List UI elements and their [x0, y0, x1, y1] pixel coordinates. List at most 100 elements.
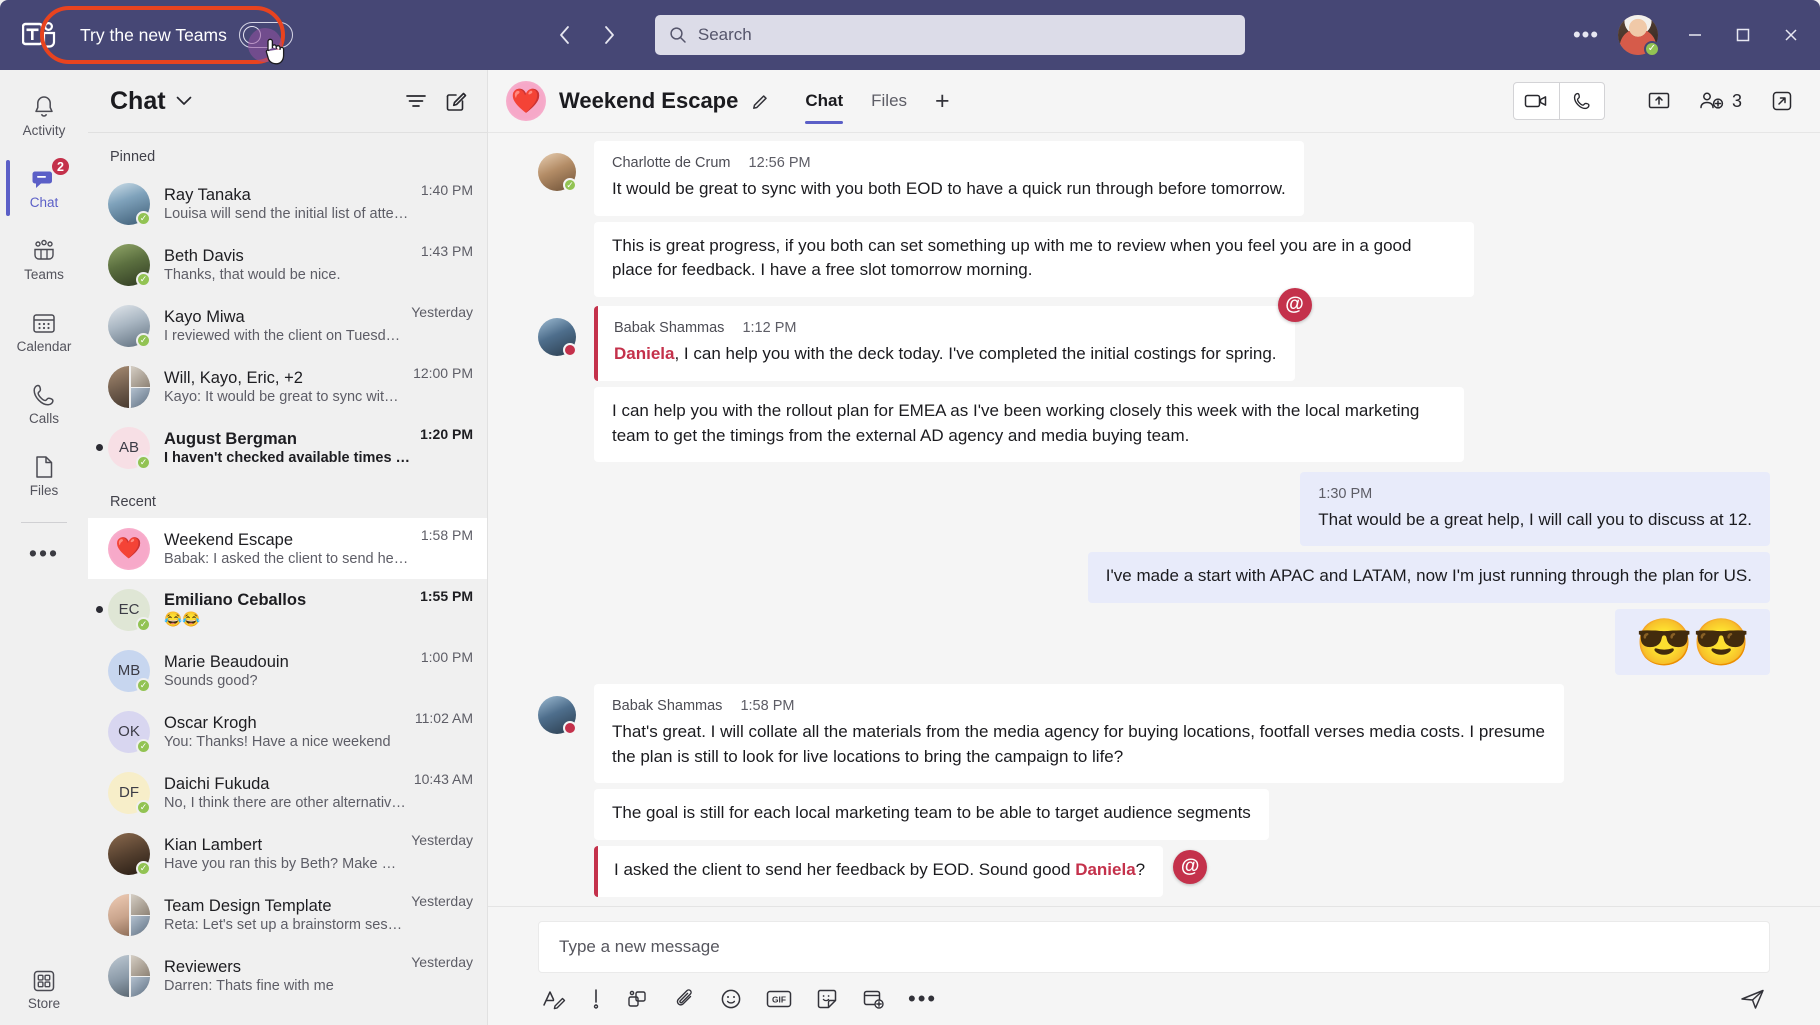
add-people-button[interactable]: 3	[1691, 81, 1750, 121]
tab-chat[interactable]: Chat	[791, 70, 857, 132]
sidebar-item-chat[interactable]: 2 Chat	[0, 152, 88, 224]
rail-more-apps-icon[interactable]: •••	[0, 527, 88, 579]
video-camera-icon[interactable]	[1514, 83, 1559, 119]
important-icon[interactable]	[590, 988, 602, 1010]
pop-out-icon[interactable]	[1762, 81, 1802, 121]
list-item[interactable]: MB ✓ Marie Beaudouin Sounds good? 1:00 P…	[88, 640, 487, 701]
list-item-preview: Darren: Thats fine with me	[164, 977, 334, 994]
presence-available-icon: ✓	[136, 454, 151, 470]
add-people-icon	[1699, 91, 1725, 111]
chat-list-scroll[interactable]: Pinned ✓ Ray Tanaka Louisa will send the…	[88, 133, 487, 1025]
loop-component-icon[interactable]	[626, 988, 650, 1010]
settings-more-icon[interactable]: •••	[1562, 12, 1610, 58]
add-tab-button[interactable]: +	[921, 87, 964, 116]
message-bubble[interactable]: This is great progress, if you both can …	[594, 221, 1474, 297]
search-input[interactable]: Search	[654, 15, 1245, 55]
message-bubble[interactable]: Babak Shammas 1:12 PM Daniela, I can help…	[594, 288, 1312, 381]
list-item[interactable]: DF ✓ Daichi Fukuda No, I think there are…	[88, 762, 487, 823]
list-item-name: Oscar Krogh	[164, 713, 257, 732]
list-item[interactable]: OK ✓ Oscar Krogh You: Thanks! Have a nic…	[88, 701, 487, 762]
more-options-icon[interactable]: •••	[908, 988, 937, 1010]
list-item[interactable]: ✓ Kian Lambert Have you ran this by Beth…	[88, 823, 487, 884]
list-item-name: Ray Tanaka	[164, 185, 251, 204]
message-bubble[interactable]: The goal is still for each local marketi…	[594, 789, 1269, 841]
message-text: That would be a great help, I will call …	[1318, 509, 1752, 529]
chevron-down-icon[interactable]	[176, 96, 192, 106]
list-item[interactable]: Reviewers Darren: Thats fine with me Yes…	[88, 945, 487, 1006]
message-timestamp: 1:58 PM	[740, 698, 795, 715]
share-screen-icon[interactable]	[1639, 81, 1679, 121]
list-item[interactable]: EC ✓ Emiliano Ceballos 😂😂 1:55 PM	[88, 579, 487, 640]
list-item[interactable]: ❤️ Weekend Escape Babak: I asked the cli…	[88, 518, 487, 579]
pencil-icon[interactable]	[751, 91, 771, 111]
list-item-name: Kayo Miwa	[164, 307, 245, 326]
left-rail: Activity 2 Chat Teams Calendar Calls Fil…	[0, 70, 88, 1025]
back-icon[interactable]	[547, 17, 583, 53]
list-item-text: Beth Davis Thanks, that would be nice.	[164, 247, 413, 283]
message-bubble[interactable]: Charlotte de Crum 12:56 PM It would be gr…	[594, 141, 1304, 216]
list-item-preview: I reviewed with the client on Tuesda…	[164, 327, 404, 344]
message-bubbles: Charlotte de Crum 12:56 PM It would be gr…	[594, 141, 1770, 297]
try-new-teams-label: Try the new Teams	[80, 24, 227, 45]
mouse-cursor-icon	[262, 36, 288, 66]
mention[interactable]: Daniela	[1075, 860, 1135, 879]
filter-icon[interactable]	[405, 93, 427, 109]
sidebar-item-store[interactable]: Store	[0, 969, 88, 1011]
list-item[interactable]: ✓ Ray Tanaka Louisa will send the initia…	[88, 173, 487, 234]
sidebar-item-label: Activity	[22, 123, 66, 138]
message-bubble[interactable]: 😎😎	[1615, 608, 1770, 675]
list-item-text: Marie Beaudouin Sounds good?	[164, 653, 413, 689]
message-list[interactable]: ✓ Charlotte de Crum 12:56 PM It would be …	[488, 133, 1820, 906]
avatar-initials: MB	[117, 662, 141, 679]
chat-header: ❤️ Weekend Escape Chat Files + 3	[488, 70, 1820, 132]
list-item-name: Kian Lambert	[164, 835, 263, 854]
avatar[interactable]: ✓	[1618, 15, 1660, 57]
sticker-icon[interactable]	[816, 988, 838, 1010]
message-bubble[interactable]: I asked the client to send her feedback …	[594, 846, 1208, 897]
message-input[interactable]: Type a new message	[538, 921, 1770, 973]
minimize-button[interactable]	[1672, 12, 1718, 58]
sidebar-item-activity[interactable]: Activity	[0, 80, 88, 152]
message-bubble[interactable]: Babak Shammas 1:58 PM That's great. I wil…	[594, 684, 1564, 784]
message-bubble[interactable]: I've made a start with APAC and LATAM, n…	[1087, 552, 1770, 603]
avatar	[108, 893, 150, 936]
compose-icon[interactable]	[445, 90, 467, 112]
avatar: ✓	[108, 304, 151, 348]
list-item[interactable]: Will, Kayo, Eric, +2 Kayo: It would be g…	[88, 356, 487, 417]
attach-icon[interactable]	[674, 988, 696, 1010]
presence-available-icon: ✓	[136, 332, 151, 348]
sidebar-item-calls[interactable]: Calls	[0, 368, 88, 440]
avatar: EC ✓	[108, 588, 151, 632]
close-button[interactable]	[1768, 12, 1814, 58]
unread-dot	[96, 444, 103, 451]
list-item-name: August Bergman	[164, 429, 297, 448]
message-bubble[interactable]: 1:30 PM That would be a great help, I wil…	[1300, 471, 1770, 547]
tab-files[interactable]: Files	[857, 70, 921, 132]
list-item-timestamp: Yesterday	[411, 954, 473, 970]
maximize-button[interactable]	[1720, 12, 1766, 58]
list-item[interactable]: AB ✓ August Bergman I haven't checked av…	[88, 417, 487, 478]
list-item-timestamp: Yesterday	[411, 304, 473, 320]
list-item[interactable]: ✓ Kayo Miwa I reviewed with the client o…	[88, 295, 487, 356]
send-icon[interactable]	[1740, 987, 1766, 1011]
sidebar-item-label: Files	[29, 483, 59, 498]
mention[interactable]: Daniela	[614, 344, 674, 363]
avatar: OK ✓	[108, 710, 151, 754]
list-item-preview: 😂😂	[164, 612, 201, 628]
sidebar-item-calendar[interactable]: Calendar	[0, 296, 88, 368]
apps-icon[interactable]	[862, 988, 884, 1010]
message-bubble[interactable]: I can help you with the rollout plan for…	[594, 386, 1464, 463]
phone-icon[interactable]	[1558, 83, 1604, 119]
format-icon[interactable]	[542, 988, 566, 1010]
sidebar-item-files[interactable]: Files	[0, 440, 88, 512]
chat-list-section-header: Recent	[110, 494, 156, 510]
gif-icon[interactable]: GIF	[766, 989, 792, 1009]
list-item-timestamp: 1:00 PM	[420, 649, 473, 665]
sidebar-item-teams[interactable]: Teams	[0, 224, 88, 296]
list-item[interactable]: Team Design Template Reta: Let's set up …	[88, 884, 487, 945]
list-item-timestamp: Yesterday	[411, 832, 473, 848]
forward-icon[interactable]	[591, 17, 627, 53]
emoji-icon[interactable]	[720, 988, 742, 1010]
chat-header-actions: 3	[1512, 81, 1802, 121]
list-item[interactable]: ✓ Beth Davis Thanks, that would be nice.…	[88, 234, 487, 295]
